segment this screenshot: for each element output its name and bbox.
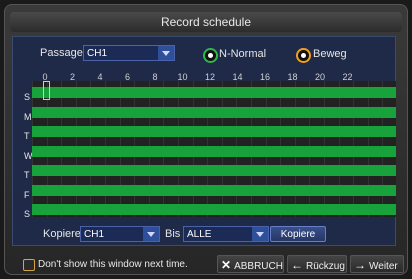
day-label: T xyxy=(24,170,30,180)
chevron-down-icon xyxy=(252,227,268,241)
day-label: S xyxy=(24,209,31,219)
copy-from-value: CH1 xyxy=(84,229,105,240)
schedule-row[interactable] xyxy=(32,106,396,118)
copy-label: Kopiere xyxy=(43,228,81,240)
schedule-row[interactable] xyxy=(32,165,396,176)
day-label: M xyxy=(24,111,32,122)
cancel-label: ABBRUCH xyxy=(234,261,283,272)
copy-to-label: Bis xyxy=(165,228,181,240)
copy-to-select[interactable]: ALLE xyxy=(183,226,269,242)
dont-show-label: Don't show this window next time. xyxy=(38,259,188,270)
chevron-down-icon xyxy=(158,46,174,60)
dialog-title: Record schedule xyxy=(10,12,402,32)
back-button[interactable]: ← Rückzug xyxy=(287,255,347,273)
arrow-right-icon: → xyxy=(354,258,366,272)
schedule-row[interactable] xyxy=(32,87,396,98)
mode-motion-label: Beweg xyxy=(313,48,347,60)
schedule-row[interactable] xyxy=(32,204,396,215)
radio-normal[interactable] xyxy=(203,48,218,63)
copy-to-value: ALLE xyxy=(187,229,212,240)
day-label: S xyxy=(24,92,31,102)
back-label: Rückzug xyxy=(306,261,345,272)
cancel-button[interactable]: ✕ ABBRUCH xyxy=(217,255,284,273)
passage-select[interactable]: CH1 xyxy=(83,45,175,61)
schedule-row[interactable] xyxy=(32,145,396,157)
copy-button[interactable]: Kopiere xyxy=(270,226,326,242)
dont-show-checkbox[interactable] xyxy=(23,259,35,271)
grid-cursor xyxy=(43,81,50,100)
passage-label: Passage xyxy=(40,47,83,59)
schedule-grid[interactable] xyxy=(32,81,396,217)
close-icon: ✕ xyxy=(221,258,232,272)
mode-normal-label: N-Normal xyxy=(219,48,267,60)
next-label: Weiter xyxy=(369,261,398,272)
arrow-left-icon: ← xyxy=(291,258,303,272)
passage-select-value: CH1 xyxy=(87,48,108,59)
day-label: F xyxy=(24,189,30,200)
next-button[interactable]: → Weiter xyxy=(350,255,404,273)
copy-from-select[interactable]: CH1 xyxy=(80,226,160,242)
schedule-row[interactable] xyxy=(32,184,396,196)
radio-motion[interactable] xyxy=(296,48,311,63)
chevron-down-icon xyxy=(143,227,159,241)
day-label: T xyxy=(24,131,30,141)
schedule-row[interactable] xyxy=(32,126,396,137)
